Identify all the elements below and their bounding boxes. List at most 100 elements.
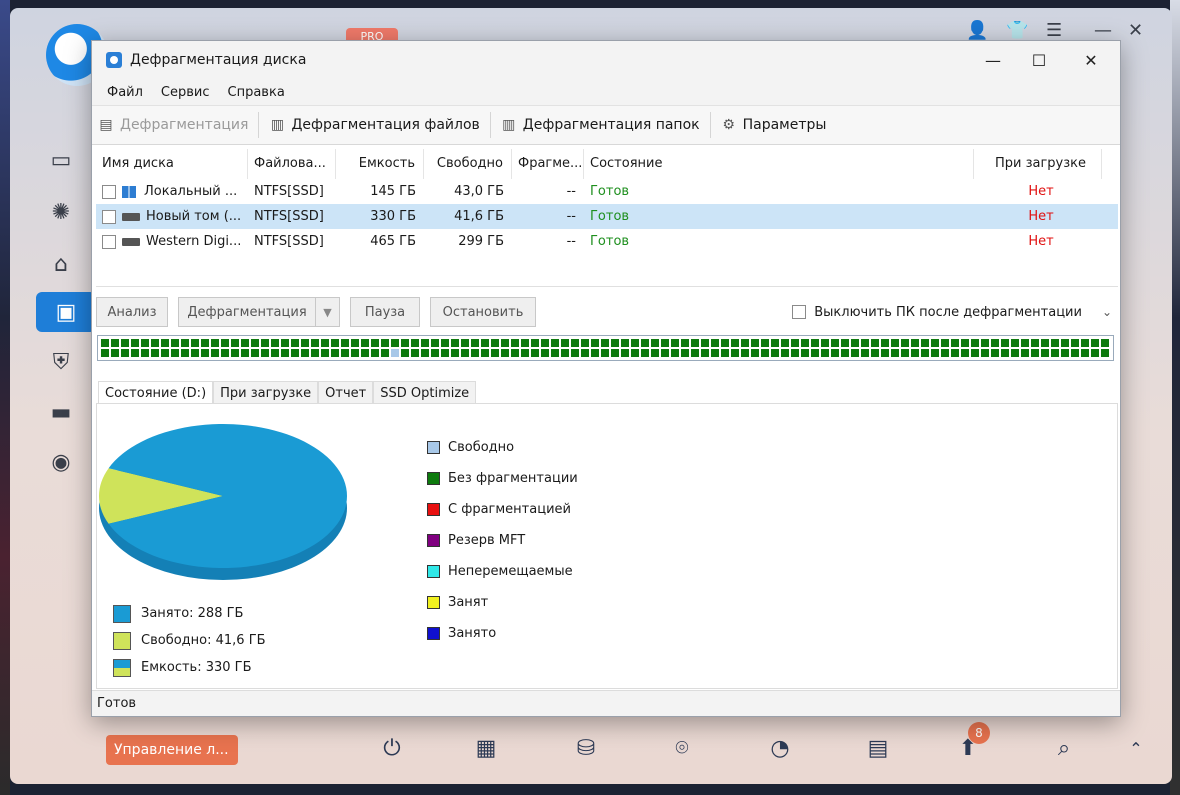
tab-boot[interactable]: При загрузке (213, 381, 319, 405)
user-icon[interactable]: 👤 (966, 20, 988, 41)
disk-capacity: 330 ГБ (370, 209, 416, 224)
defrag-files-button[interactable]: ▥ Дефрагментация файлов (263, 109, 485, 141)
pie-legend-item: Емкость: 330 ГБ (113, 654, 266, 681)
cluster-cell (610, 348, 620, 358)
defrag-button[interactable]: Дефрагментация ▼ (178, 297, 340, 327)
column-header[interactable]: При загрузке (974, 149, 1102, 179)
cluster-cell (970, 338, 980, 348)
disk-state: Готов (590, 234, 630, 249)
menu-service[interactable]: Сервис (152, 85, 219, 100)
sidebar-disk-icon[interactable]: ▣ (36, 292, 96, 332)
settings-button[interactable]: ⚙ Параметры (715, 109, 833, 141)
column-header[interactable]: Состояние (584, 149, 974, 179)
apps-icon[interactable]: ▦ (466, 728, 506, 768)
cluster-cell (760, 348, 770, 358)
cluster-cell (330, 348, 340, 358)
shirt-icon[interactable]: 👕 (1006, 20, 1028, 41)
cluster-cell (760, 338, 770, 348)
tab-ssd-optimize[interactable]: SSD Optimize (373, 381, 477, 405)
drive-icon[interactable]: ⛁ (566, 728, 606, 768)
manage-button[interactable]: Управление л... (106, 735, 238, 765)
mouse-icon[interactable]: ⌾ (662, 728, 702, 768)
chevron-down-icon[interactable]: ⌄ (1102, 305, 1112, 319)
cluster-cell (910, 338, 920, 348)
disk-fs: NTFS[SSD] (254, 209, 324, 224)
cluster-cell (230, 348, 240, 358)
stop-button[interactable]: Остановить (430, 297, 536, 327)
cluster-cell (170, 348, 180, 358)
cluster-cell (810, 338, 820, 348)
cluster-cell (1020, 338, 1030, 348)
cluster-cell (1070, 338, 1080, 348)
cluster-cell (190, 338, 200, 348)
sidebar-camera-icon[interactable]: ◉ (36, 442, 86, 482)
cluster-cell (420, 338, 430, 348)
menu-help[interactable]: Справка (219, 85, 294, 100)
clipboard-icon[interactable]: ▤ (858, 728, 898, 768)
dropdown-arrow-icon[interactable]: ▼ (315, 298, 339, 326)
cluster-cell (1100, 348, 1110, 358)
cluster-cell (660, 338, 670, 348)
cluster-cell (400, 338, 410, 348)
defrag-folders-button[interactable]: ▥ Дефрагментация папок (495, 109, 706, 141)
cluster-cell (230, 338, 240, 348)
cluster-cell (500, 348, 510, 358)
column-header[interactable]: Свободно (424, 149, 512, 179)
cluster-cell (410, 338, 420, 348)
sidebar-shield-icon[interactable]: ⛨ (36, 342, 86, 382)
sidebar-folder-icon[interactable]: ▬ (36, 392, 86, 432)
minimize-button[interactable]: — (970, 41, 1016, 79)
cluster-cell (770, 338, 780, 348)
disk-boot: Нет (1028, 184, 1054, 199)
column-header[interactable]: Емкость (336, 149, 424, 179)
cluster-cell (440, 338, 450, 348)
column-header[interactable]: Файлова... (248, 149, 336, 179)
menu-file[interactable]: Файл (98, 85, 152, 100)
maximize-button[interactable]: ☐ (1016, 41, 1062, 79)
sidebar-monitor-icon[interactable]: ▭ (36, 140, 86, 180)
cluster-cell (100, 338, 110, 348)
cluster-cell (960, 348, 970, 358)
minimize-icon[interactable]: — (1094, 20, 1112, 41)
row-checkbox[interactable] (102, 234, 116, 249)
cluster-cell (330, 338, 340, 348)
shutdown-option[interactable]: Выключить ПК после дефрагментации (792, 305, 1082, 320)
cluster-cell (880, 338, 890, 348)
pause-button[interactable]: Пауза (350, 297, 420, 327)
sidebar-speed-icon[interactable]: ✺ (36, 192, 86, 232)
row-checkbox[interactable] (102, 209, 116, 224)
power-icon[interactable]: ⏻ (372, 728, 412, 768)
sidebar-clean-icon[interactable]: ⌂ (36, 244, 86, 284)
cluster-cell (710, 338, 720, 348)
analyze-button[interactable]: Анализ (96, 297, 168, 327)
cluster-cell (530, 338, 540, 348)
close-icon[interactable]: ✕ (1128, 20, 1143, 41)
cluster-cell (500, 338, 510, 348)
cluster-cell (570, 338, 580, 348)
toolbar-separator (709, 112, 711, 138)
cluster-cell (580, 348, 590, 358)
cluster-cell (510, 348, 520, 358)
cluster-cell (850, 348, 860, 358)
pie-legend-item: Занято: 288 ГБ (113, 600, 266, 627)
cluster-cell (940, 338, 950, 348)
disk-time-icon[interactable]: ◔ (760, 728, 800, 768)
menu-icon[interactable]: ☰ (1046, 20, 1062, 41)
defrag-toolbar-button[interactable]: ▤ Дефрагментация (92, 109, 254, 141)
row-checkbox[interactable] (102, 184, 116, 199)
cluster-cell (470, 348, 480, 358)
tab-report[interactable]: Отчет (318, 381, 374, 405)
scroll-up-icon[interactable]: ⌃ (1116, 728, 1156, 768)
table-row[interactable]: Новый том (... NTFS[SSD] 330 ГБ 41,6 ГБ … (96, 204, 1118, 229)
column-header[interactable]: Фрагме... (512, 149, 584, 179)
shutdown-checkbox[interactable] (792, 305, 807, 319)
column-header[interactable]: Имя диска (96, 149, 248, 179)
cluster-cell (540, 348, 550, 358)
table-row[interactable]: Western Digi... NTFS[SSD] 465 ГБ 299 ГБ … (96, 229, 1118, 254)
table-row[interactable]: Локальный ... NTFS[SSD] 145 ГБ 43,0 ГБ -… (96, 179, 1118, 204)
settings-label: Параметры (742, 117, 827, 133)
title-bar: Дефрагментация диска — ☐ ✕ (92, 41, 1120, 79)
search-zoom-icon[interactable]: ⌕ (1044, 728, 1084, 768)
cluster-cell (750, 348, 760, 358)
close-button[interactable]: ✕ (1062, 41, 1120, 79)
